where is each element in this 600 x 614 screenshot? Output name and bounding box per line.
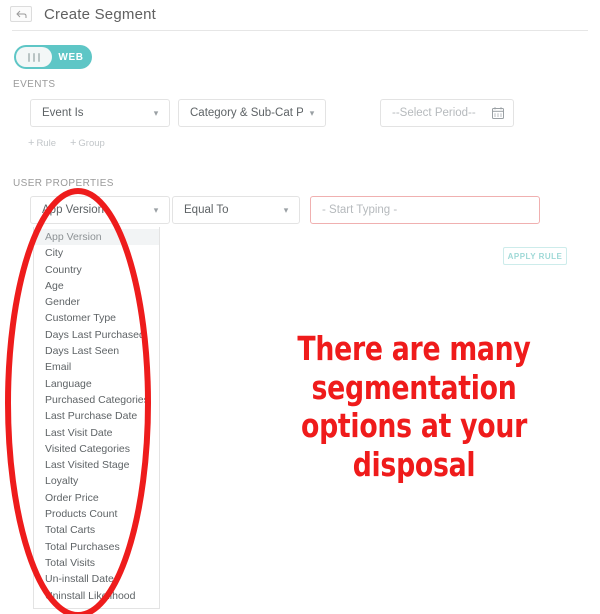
add-rule-button[interactable]: + Rule — [28, 137, 56, 150]
dropdown-option[interactable]: Last Purchase Date — [34, 408, 159, 424]
dropdown-option[interactable]: Last Visit Date — [34, 425, 159, 441]
event-name-value: Category & Sub-Cat Page — [190, 107, 303, 119]
header-divider — [12, 30, 588, 31]
dropdown-option[interactable]: Last Visited Stage — [34, 457, 159, 473]
user-property-select[interactable]: App Version ▾ — [30, 196, 170, 224]
add-group-label: Group — [78, 138, 105, 149]
add-group-button[interactable]: + Group — [69, 137, 105, 150]
dropdown-option[interactable]: Order Price — [34, 490, 159, 506]
page-header: Create Segment — [0, 0, 600, 28]
dropdown-option[interactable]: Un-install Date — [34, 571, 159, 587]
plus-icon: + — [69, 137, 77, 149]
chevron-down-icon: ▾ — [153, 107, 159, 118]
dropdown-option[interactable]: Age — [34, 278, 159, 294]
event-period-picker[interactable]: --Select Period-- — [380, 99, 514, 127]
chevron-down-icon: ▾ — [309, 107, 315, 118]
event-operator-value: Event Is — [42, 107, 84, 119]
platform-toggle[interactable]: WEB — [14, 45, 92, 69]
calendar-icon — [491, 106, 505, 120]
dropdown-option[interactable]: Days Last Seen — [34, 343, 159, 359]
user-properties-section-label: USER PROPERTIES — [13, 178, 114, 189]
page-title: Create Segment — [44, 5, 157, 23]
user-property-value: App Version — [42, 204, 105, 216]
dropdown-option[interactable]: Language — [34, 376, 159, 392]
dropdown-option[interactable]: Purchased Categories — [34, 392, 159, 408]
user-property-operator-value: Equal To — [184, 204, 229, 216]
user-property-operator-select[interactable]: Equal To ▾ — [172, 196, 300, 224]
dropdown-option[interactable]: Total Carts — [34, 522, 159, 538]
dropdown-option[interactable]: Uninstall Likelihood — [34, 588, 159, 604]
dropdown-option[interactable]: App Version — [34, 229, 159, 246]
annotation-text: There are many segmentation options at y… — [297, 329, 531, 484]
dropdown-option[interactable]: Customer Type — [34, 310, 159, 326]
chevron-down-icon: ▾ — [283, 204, 289, 215]
dropdown-option[interactable]: Country — [34, 262, 159, 278]
back-button[interactable] — [10, 6, 32, 22]
platform-toggle-label: WEB — [58, 51, 84, 63]
apply-rule-button[interactable]: APPLY RULE — [503, 247, 567, 265]
event-name-select[interactable]: Category & Sub-Cat Page ▾ — [178, 99, 326, 127]
dropdown-option[interactable]: Visited Categories — [34, 441, 159, 457]
user-property-value-input[interactable]: - Start Typing - — [310, 196, 540, 224]
dropdown-option[interactable]: City — [34, 245, 159, 261]
back-arrow-icon — [15, 10, 27, 19]
dropdown-option[interactable]: Total Purchases — [34, 539, 159, 555]
dropdown-option[interactable]: Gender — [34, 294, 159, 310]
add-rule-label: Rule — [36, 138, 56, 149]
chevron-down-icon: ▾ — [153, 204, 159, 215]
plus-icon: + — [28, 137, 35, 149]
add-links-group: + Rule + Group — [28, 137, 105, 150]
user-property-dropdown[interactable]: App Version City Country Age Gender Customer … — [33, 227, 160, 609]
dropdown-option[interactable]: Email — [34, 359, 159, 375]
events-section-label: EVENTS — [13, 79, 56, 90]
event-operator-select[interactable]: Event Is ▾ — [30, 99, 170, 127]
dropdown-option[interactable]: Products Count — [34, 506, 159, 522]
user-property-value-placeholder: - Start Typing - — [322, 204, 398, 216]
dropdown-option[interactable]: Days Last Purchased — [34, 327, 159, 343]
dropdown-option[interactable]: Total Visits — [34, 555, 159, 571]
dropdown-option[interactable]: Loyalty — [34, 473, 159, 489]
event-period-value: --Select Period-- — [392, 107, 476, 119]
toggle-knob-icon — [16, 47, 52, 67]
